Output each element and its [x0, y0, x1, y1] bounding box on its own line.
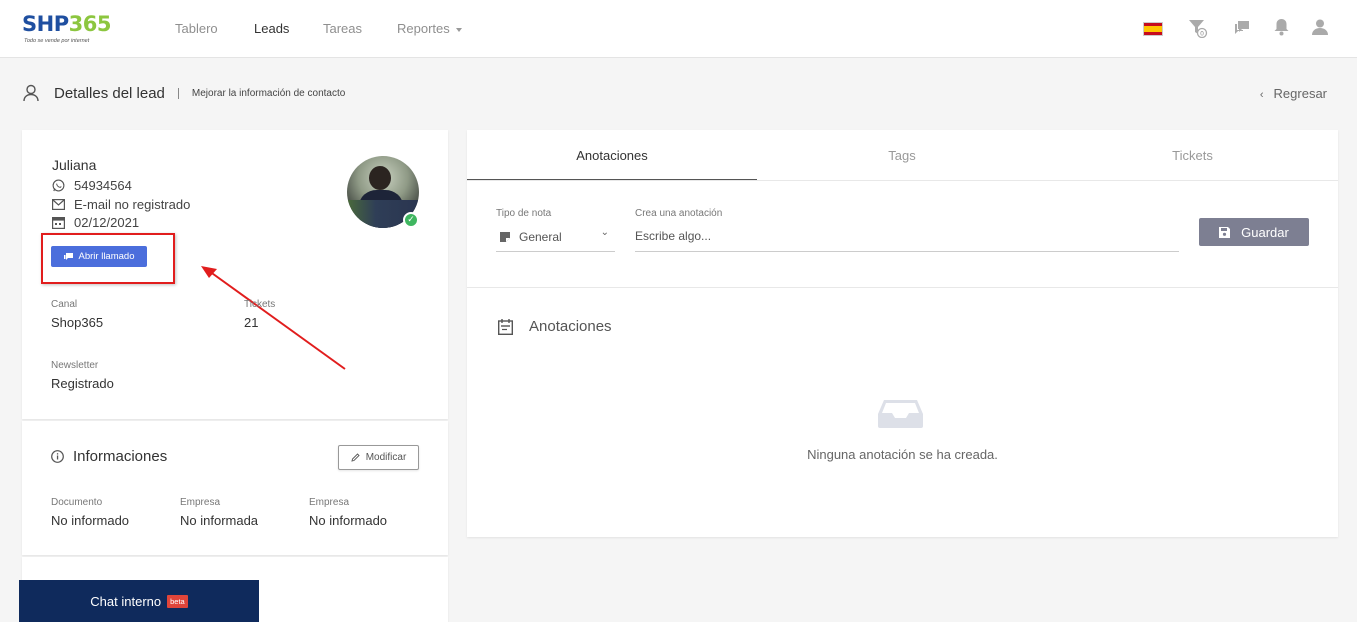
- note-icon: [500, 231, 510, 242]
- back-link[interactable]: ‹ Regresar: [1260, 86, 1327, 101]
- save-button[interactable]: Guardar: [1199, 218, 1309, 246]
- floppy-disk-icon: [1219, 226, 1231, 238]
- messages-icon[interactable]: [1234, 18, 1252, 36]
- online-status-icon: ✓: [403, 212, 419, 228]
- lead-phone-row: 54934564: [52, 178, 132, 193]
- chevron-left-icon: ‹: [1259, 89, 1264, 101]
- info-title: Informaciones: [73, 448, 168, 465]
- annotation-arrow: [201, 266, 346, 370]
- nav-leads[interactable]: Leads: [254, 0, 289, 58]
- documento-label: Documento: [51, 497, 103, 508]
- newsletter-value: Registrado: [51, 376, 114, 391]
- edit-info-button[interactable]: Modificar: [338, 445, 419, 470]
- empresa-label: Empresa: [180, 497, 221, 508]
- annotations-header: Anotaciones: [498, 318, 612, 335]
- empresa-label-2: Empresa: [309, 497, 350, 508]
- tickets-value: 21: [244, 315, 259, 330]
- empty-state-text: Ninguna anotación se ha creada.: [807, 447, 998, 462]
- info-card: [22, 421, 448, 555]
- tabs-divider: [467, 180, 1338, 181]
- person-outline-icon: [23, 84, 39, 102]
- pencil-icon: [351, 453, 360, 462]
- spain-flag-icon[interactable]: [1143, 22, 1163, 36]
- page-subtitle: Mejorar la información de contacto: [191, 87, 346, 99]
- calendar-note-icon: [498, 318, 513, 335]
- chevron-down-icon: [455, 27, 462, 32]
- section-divider: [467, 287, 1338, 288]
- divider: [177, 87, 179, 99]
- svg-text:0: 0: [1200, 31, 1204, 38]
- top-navbar: SHP365 Todo se vende por internet Tabler…: [0, 0, 1357, 58]
- lead-name: Juliana: [52, 157, 97, 173]
- empty-inbox-icon: [878, 400, 923, 428]
- note-input[interactable]: Escribe algo...: [635, 222, 1179, 252]
- user-icon[interactable]: [1311, 18, 1329, 36]
- page-title: Detalles del lead: [54, 84, 165, 102]
- tab-tags[interactable]: Tags: [757, 131, 1047, 180]
- nav-tablero[interactable]: Tablero: [175, 0, 218, 58]
- lead-email: E-mail no registrado: [74, 197, 191, 212]
- empresa-value-2: No informado: [309, 513, 388, 528]
- calendar-icon: [52, 217, 65, 229]
- empresa-value: No informada: [180, 513, 259, 528]
- lead-phone: 54934564: [74, 178, 132, 193]
- tab-anotaciones[interactable]: Anotaciones: [467, 131, 757, 180]
- chat-label: Chat interno: [90, 593, 162, 609]
- tickets-label: Tickets: [244, 299, 276, 310]
- bell-icon[interactable]: [1273, 18, 1290, 36]
- lead-date: 02/12/2021: [74, 215, 140, 230]
- envelope-icon: [52, 199, 65, 210]
- canal-value: Shop365: [51, 315, 104, 330]
- chevron-down-icon: ⌄: [600, 227, 609, 238]
- highlight-box-annotation: [41, 233, 175, 284]
- nav-tareas[interactable]: Tareas: [323, 0, 362, 58]
- lead-email-row: E-mail no registrado: [52, 197, 190, 212]
- info-header: Informaciones: [51, 448, 167, 465]
- canal-label: Canal: [51, 299, 78, 310]
- whatsapp-icon: [52, 179, 65, 192]
- note-type-select[interactable]: General ⌄: [496, 222, 615, 252]
- annotations-title: Anotaciones: [529, 318, 612, 335]
- tab-tickets[interactable]: Tickets: [1047, 131, 1338, 180]
- internal-chat-bar[interactable]: Chat interno beta: [19, 580, 259, 622]
- lead-date-row: 02/12/2021: [52, 215, 139, 230]
- newsletter-label: Newsletter: [51, 360, 99, 371]
- note-type-label: Tipo de nota: [496, 208, 552, 219]
- documento-value: No informado: [51, 513, 130, 528]
- note-input-label: Crea una anotación: [635, 208, 723, 219]
- breadcrumb: Detalles del lead Mejorar la información…: [22, 82, 345, 104]
- info-icon: [51, 450, 64, 463]
- shop365-logo[interactable]: SHP365 Todo se vende por internet: [22, 12, 132, 46]
- nav-reportes[interactable]: Reportes: [397, 0, 462, 58]
- filter-icon[interactable]: 0: [1188, 18, 1208, 38]
- beta-badge: beta: [167, 594, 188, 608]
